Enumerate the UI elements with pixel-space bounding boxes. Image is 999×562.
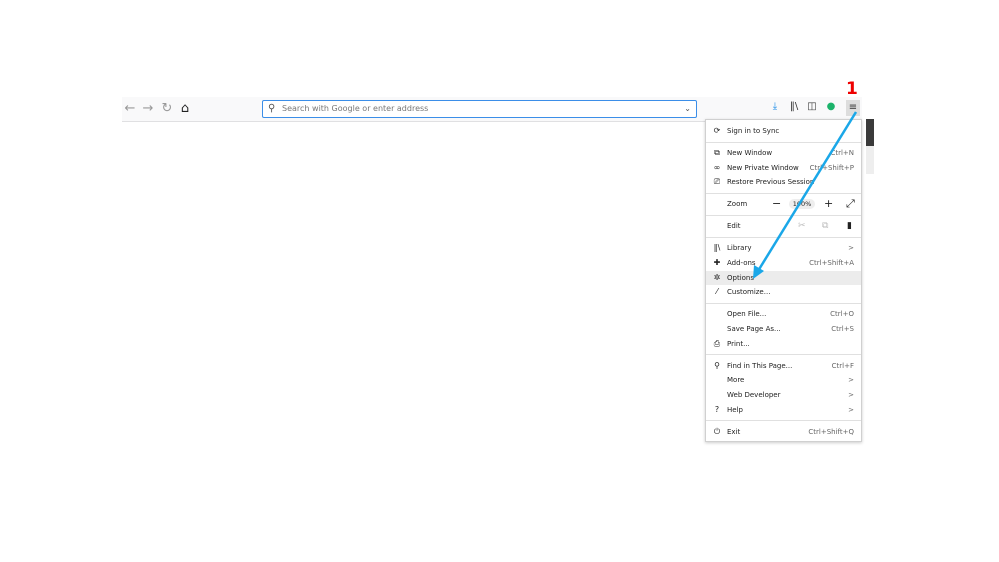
arrow-head [753, 265, 764, 279]
annotation-arrow [753, 111, 858, 279]
arrow-line [756, 111, 858, 272]
